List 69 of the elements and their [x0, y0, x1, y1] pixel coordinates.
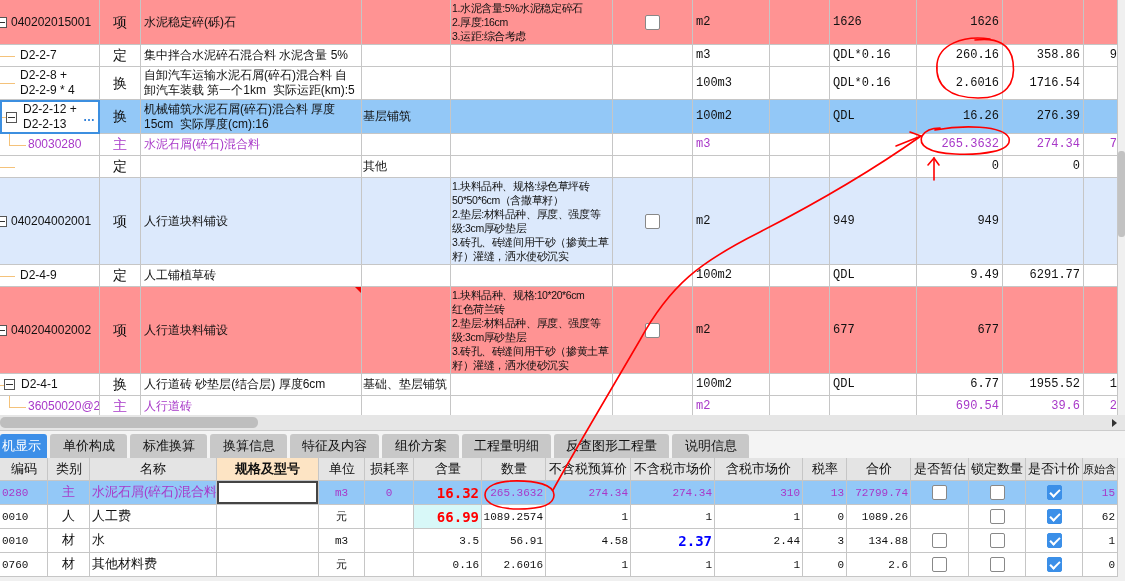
table-row[interactable]: D2-4-1 换 人行道砖 砂垫层(结合层) 厚度6cm 基础、垫层铺筑 100m2 QDL 6.77 1955.52 1	[0, 374, 1118, 396]
table-row[interactable]: 定 其他 0 0	[0, 156, 1118, 178]
table-cell: 元	[319, 553, 365, 577]
column-header[interactable]: 规格及型号	[217, 458, 319, 481]
checkbox[interactable]	[989, 557, 1005, 572]
tab[interactable]: 换算信息	[210, 434, 287, 458]
checkbox[interactable]	[989, 533, 1005, 548]
tab[interactable]: 特征及内容	[290, 434, 379, 458]
tab[interactable]: 工程量明细	[462, 434, 551, 458]
table-cell: 66.99	[436, 508, 479, 525]
tab[interactable]: 组价方案	[382, 434, 459, 458]
checkbox[interactable]	[932, 533, 947, 548]
checkbox[interactable]	[989, 485, 1005, 500]
tab[interactable]: 单价构成	[50, 434, 127, 458]
row-code: 36050020@2	[28, 399, 99, 414]
vertical-scrollbar[interactable]	[1118, 0, 1125, 415]
checkbox[interactable]	[645, 213, 660, 229]
table-row[interactable]: 040204002002 项 人行道块料铺设 1.块料品种、规格:10*20*6cm 红色荷兰砖 2.垫层:材料品种、厚度、强度等级:3cm厚砂垫层 3.砖孔、砖缝间用干砂（掺黄土草籽）灌缝，洒水使砂沉实 m2 677 677	[0, 287, 1118, 374]
table-row[interactable]: D2-2-8 + D2-2-9 * 4 换 自卸汽车运输水泥石屑(碎石)混合料 自卸汽车装载 第一个1km 实际运距(km):5 100m3 QDL*0.16 2.6016 1716.54	[0, 67, 1118, 100]
table-cell: 0	[803, 553, 847, 577]
row-code: 80030280	[28, 137, 82, 152]
tab[interactable]: 反查图形工程量	[554, 434, 669, 458]
tab[interactable]: 说明信息	[672, 434, 749, 458]
table-cell: 1	[631, 553, 715, 577]
checkbox[interactable]	[1046, 533, 1062, 548]
checkbox[interactable]	[932, 485, 947, 500]
table-cell: 0.16	[414, 553, 482, 577]
table-row[interactable]: 0010 材 水 m3 3.5 56.91 4.58 2.37 2.44 3 134.88 1	[0, 529, 1118, 553]
checkbox[interactable]	[1046, 509, 1062, 524]
horizontal-scrollbar[interactable]	[0, 415, 1125, 431]
checkbox[interactable]	[989, 509, 1005, 524]
row-code: 040204002002	[11, 322, 92, 338]
table-row[interactable]: 040202015001 项 水泥稳定碎(砾)石 1.水泥含量:5%水泥稳定碎石 2.厚度:16cm 3.运距:综合考虑 m2 1626 1626	[0, 0, 1118, 45]
table-cell: 材	[48, 553, 90, 577]
row-code: D2-2-7	[20, 48, 57, 63]
table-cell: 2.6016	[482, 553, 546, 577]
table-cell: 0760	[0, 553, 48, 577]
table-row[interactable]: 0010 人 人工费 元 66.99 1089.2574 1 1 1 0 1089.26 62	[0, 505, 1118, 529]
collapse-icon[interactable]	[4, 379, 15, 390]
table-cell: 16.32	[436, 484, 479, 501]
table-row[interactable]: 80030280 主 水泥石屑(碎石)混合料 m3 265.3632 274.34 7	[0, 134, 1118, 156]
checkbox[interactable]	[1046, 557, 1062, 572]
table-cell: 其他材料费	[90, 553, 217, 577]
row-code: D2-4-1	[21, 377, 58, 392]
table-cell: 1	[715, 553, 803, 577]
row-code: 040204002001	[11, 213, 92, 229]
more-button[interactable]: …	[83, 109, 95, 125]
table-cell: 2.37	[678, 532, 712, 549]
table-cell: 1	[546, 553, 631, 577]
row-code: D2-2-8 + D2-2-9 * 4	[20, 68, 75, 98]
checkbox[interactable]	[645, 322, 660, 338]
table-row[interactable]: D2-2-7 定 集中拌合水泥碎石混合料 水泥含量 5% m3 QDL*0.16 260.16 358.86 9	[0, 45, 1118, 67]
row-code: 040202015001	[11, 14, 92, 30]
row-code: D2-4-9	[20, 268, 57, 283]
table-row[interactable]: 0760 材 其他材料费 元 0.16 2.6016 1 1 1 0 2.6 0	[0, 553, 1118, 577]
vertical-scrollbar[interactable]	[1118, 458, 1125, 577]
tab[interactable]: 标准换算	[130, 434, 207, 458]
row-code: D2-2-12 + D2-2-13	[23, 102, 77, 132]
collapse-icon[interactable]	[6, 111, 17, 123]
table-cell: 2.6	[847, 553, 911, 577]
scroll-right-arrow-icon[interactable]	[1112, 418, 1117, 427]
table-row[interactable]: 040204002001 项 人行道块料铺设 1.块料品种、规格:绿色草坪砖50*50*6cm（含撒草籽） 2.垫层:材料品种、厚度、强度等级:3cm厚砂垫层 3.砖孔、砖缝间用干砂（掺黄土草籽）灌缝，洒水使砂沉实 m2 949 949	[0, 178, 1118, 265]
checkbox[interactable]	[1046, 485, 1062, 500]
handdrawn-arrow	[927, 156, 940, 181]
table-row[interactable]: D2-4-9 定 人工铺植草砖 100m2 QDL 9.49 6291.77	[0, 265, 1118, 287]
checkbox[interactable]	[932, 557, 947, 572]
spec-input-field[interactable]	[217, 481, 318, 504]
table-cell: 人行道块料铺设	[144, 322, 228, 338]
checkbox[interactable]	[645, 14, 660, 30]
